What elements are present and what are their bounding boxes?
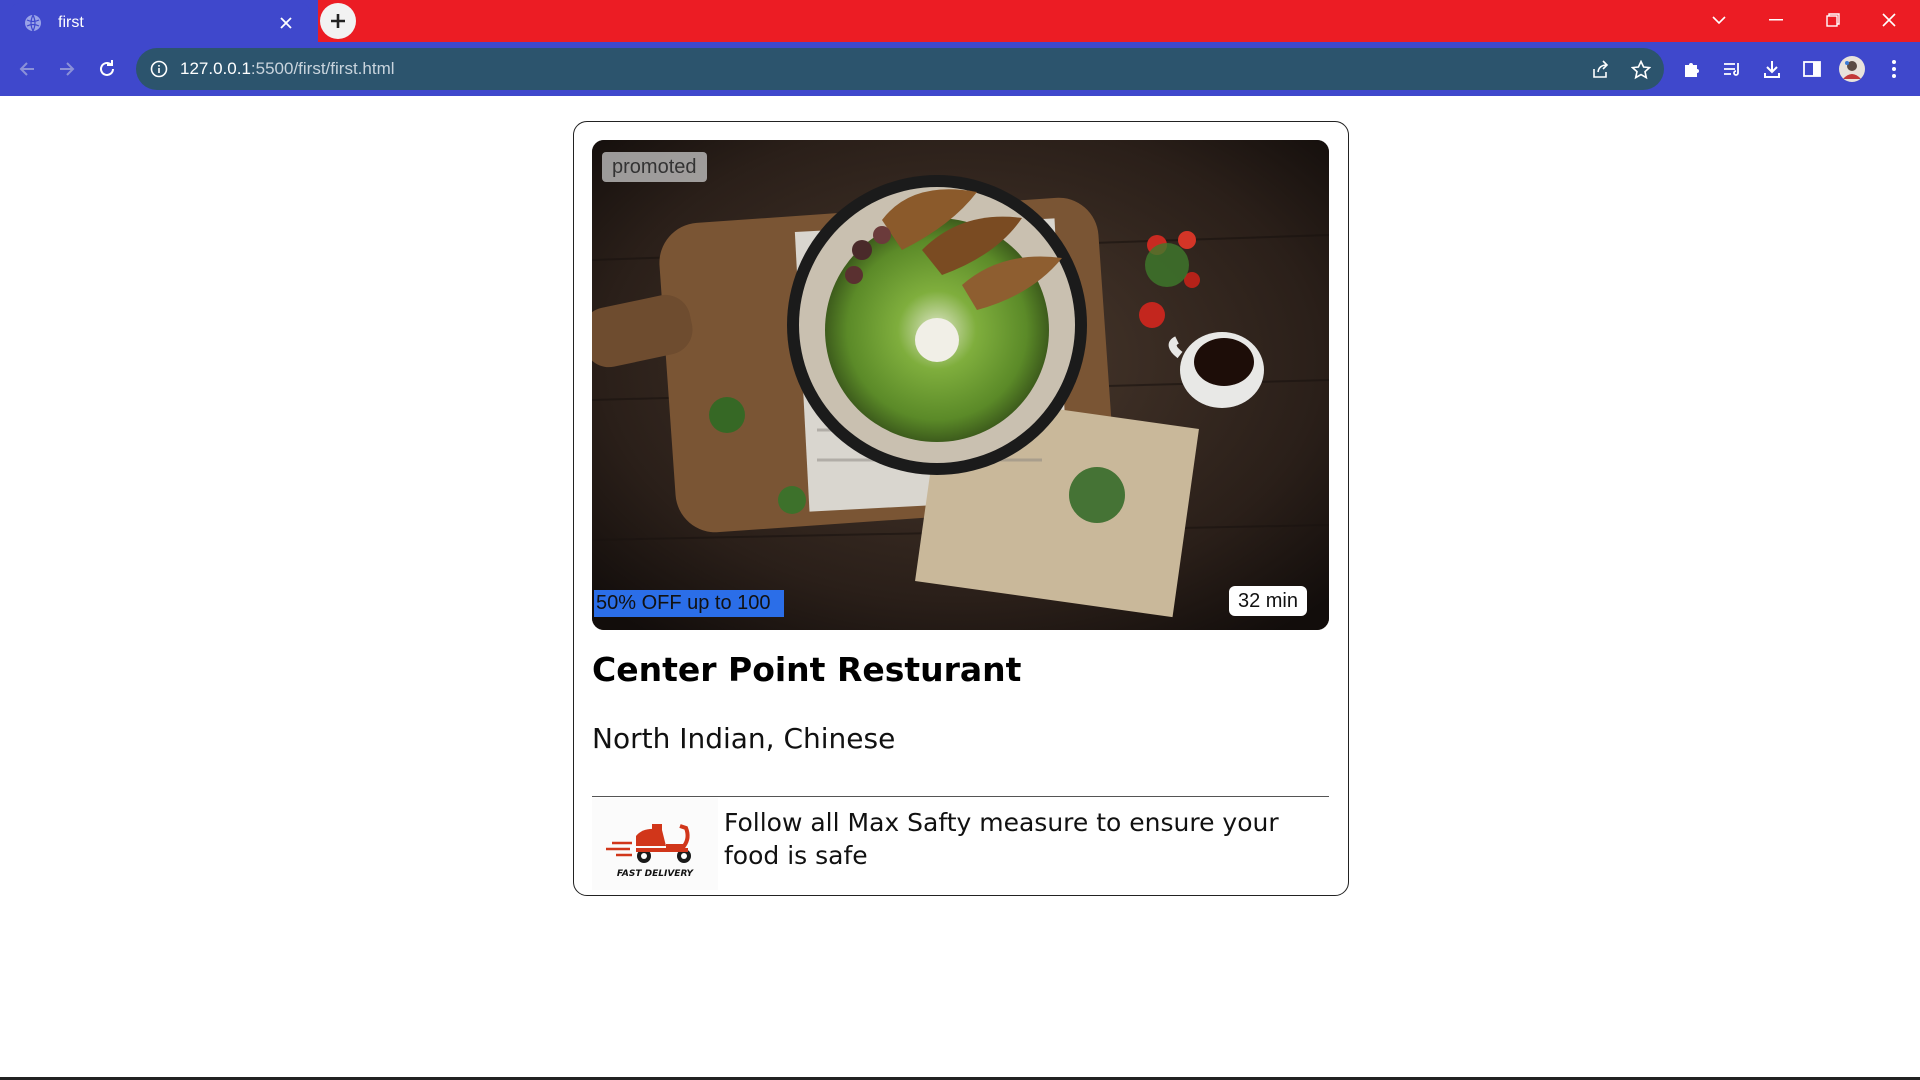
safety-note: Follow all Max Safty measure to ensure y… <box>724 808 1279 870</box>
browser-toolbar: 127.0.0.1:5500/first/first.html <box>0 42 1920 96</box>
fast-delivery-logo: FAST DELIVERY <box>592 798 718 890</box>
cuisine-text: North Indian, Chinese <box>592 722 896 755</box>
back-arrow-icon[interactable] <box>11 53 43 85</box>
fast-delivery-logo-text: FAST DELIVERY <box>617 869 695 879</box>
site-info-icon[interactable] <box>150 60 168 78</box>
tab-title: first <box>58 13 84 31</box>
promoted-badge: promoted <box>602 152 707 182</box>
forward-arrow-icon[interactable] <box>51 53 83 85</box>
offer-badge: 50% OFF up to 100 <box>594 590 784 617</box>
window-close-icon[interactable] <box>1866 0 1912 40</box>
url-text: 127.0.0.1:5500/first/first.html <box>180 59 395 79</box>
share-icon[interactable] <box>1588 57 1614 83</box>
delivery-time-badge: 32 min <box>1228 586 1307 616</box>
globe-icon <box>24 14 42 32</box>
browser-tab[interactable]: first <box>10 3 310 42</box>
restore-icon[interactable] <box>1810 0 1856 40</box>
tab-strip: first <box>0 0 1920 42</box>
new-tab-button[interactable] <box>320 3 356 39</box>
tab-close-icon[interactable] <box>276 13 296 33</box>
tab-search-chevron-icon[interactable] <box>1696 0 1742 40</box>
download-icon[interactable] <box>1758 55 1786 83</box>
url-path: :5500/first/first.html <box>250 59 395 78</box>
extensions-puzzle-icon[interactable] <box>1678 55 1706 83</box>
card-divider <box>592 796 1329 797</box>
more-menu-icon[interactable] <box>1880 55 1908 83</box>
url-host: 127.0.0.1 <box>180 59 251 78</box>
address-bar[interactable]: 127.0.0.1:5500/first/first.html <box>136 48 1664 90</box>
restaurant-card[interactable]: promoted 50% OFF up to 100 32 min Center… <box>573 121 1349 896</box>
restaurant-name: Center Point Resturant <box>592 650 1022 689</box>
minimize-icon[interactable] <box>1753 0 1799 40</box>
reading-list-icon[interactable] <box>1718 55 1746 83</box>
salad-bowl-photo <box>592 140 1329 630</box>
scooter-icon: FAST DELIVERY <box>606 824 695 879</box>
food-image[interactable]: promoted 50% OFF up to 100 32 min <box>592 140 1329 630</box>
reload-icon[interactable] <box>91 53 123 85</box>
profile-avatar[interactable] <box>1838 55 1866 83</box>
side-panel-icon[interactable] <box>1798 55 1826 83</box>
bookmark-star-icon[interactable] <box>1628 57 1654 83</box>
